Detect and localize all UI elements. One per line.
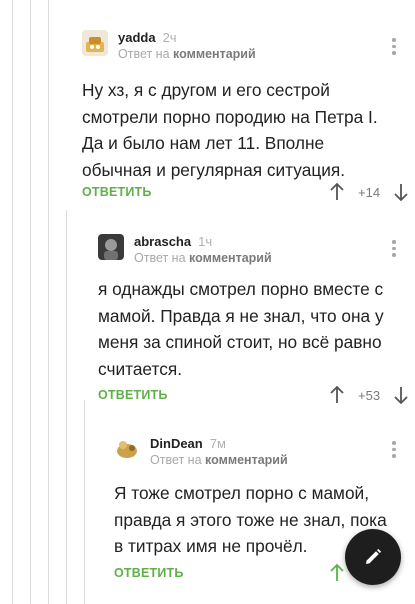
- reply-to: Ответ на комментарий: [134, 251, 272, 265]
- avatar[interactable]: [98, 234, 124, 260]
- reply-to-link[interactable]: комментарий: [173, 47, 256, 61]
- more-vertical-icon[interactable]: [391, 240, 397, 257]
- thread-line-level-2: [30, 0, 31, 604]
- vote-score: +53: [358, 387, 381, 403]
- avatar[interactable]: [114, 436, 140, 462]
- compose-button[interactable]: [345, 529, 401, 585]
- avatar-image: [114, 436, 140, 462]
- comment-author[interactable]: abrascha: [134, 234, 191, 249]
- thread-line-level-1: [12, 0, 13, 604]
- reply-to: Ответ на комментарий: [150, 453, 288, 467]
- avatar-image: [98, 234, 124, 260]
- arrow-up-icon[interactable]: [328, 563, 346, 583]
- comment-text: Ну хз, я с другом и его сестрой смотрели…: [82, 80, 378, 180]
- reply-button[interactable]: ОТВЕТИТЬ: [98, 388, 168, 402]
- more-vertical-icon[interactable]: [391, 441, 397, 458]
- reply-to-link[interactable]: комментарий: [205, 453, 288, 467]
- reply-to-prefix: Ответ на: [134, 251, 186, 265]
- thread-line-level-5: [84, 400, 85, 604]
- avatar-image: [82, 30, 108, 56]
- more-vertical-icon[interactable]: [391, 38, 397, 55]
- comment-author[interactable]: DinDean: [150, 436, 203, 451]
- thread-line-level-4: [66, 210, 67, 604]
- arrow-up-icon[interactable]: [328, 385, 346, 405]
- reply-to-prefix: Ответ на: [118, 47, 170, 61]
- vote-score: +14: [358, 184, 381, 200]
- comment-time: 7м: [209, 436, 226, 451]
- reply-to: Ответ на комментарий: [118, 47, 256, 61]
- pencil-icon: [366, 548, 382, 564]
- arrow-up-icon[interactable]: [328, 182, 346, 202]
- reply-button[interactable]: ОТВЕТИТЬ: [114, 566, 184, 580]
- avatar[interactable]: [82, 30, 108, 56]
- comment-time: 2ч: [162, 30, 177, 45]
- reply-to-link[interactable]: комментарий: [189, 251, 272, 265]
- arrow-down-icon[interactable]: [392, 182, 410, 202]
- comment-author[interactable]: yadda: [118, 30, 156, 45]
- thread-line-level-3: [48, 0, 49, 604]
- reply-to-prefix: Ответ на: [150, 453, 202, 467]
- reply-button[interactable]: ОТВЕТИТЬ: [82, 185, 152, 199]
- arrow-down-icon[interactable]: [392, 385, 410, 405]
- comment-time: 1ч: [198, 234, 213, 249]
- comment-text: я однажды смотрел порно вместе с мамой. …: [98, 279, 384, 379]
